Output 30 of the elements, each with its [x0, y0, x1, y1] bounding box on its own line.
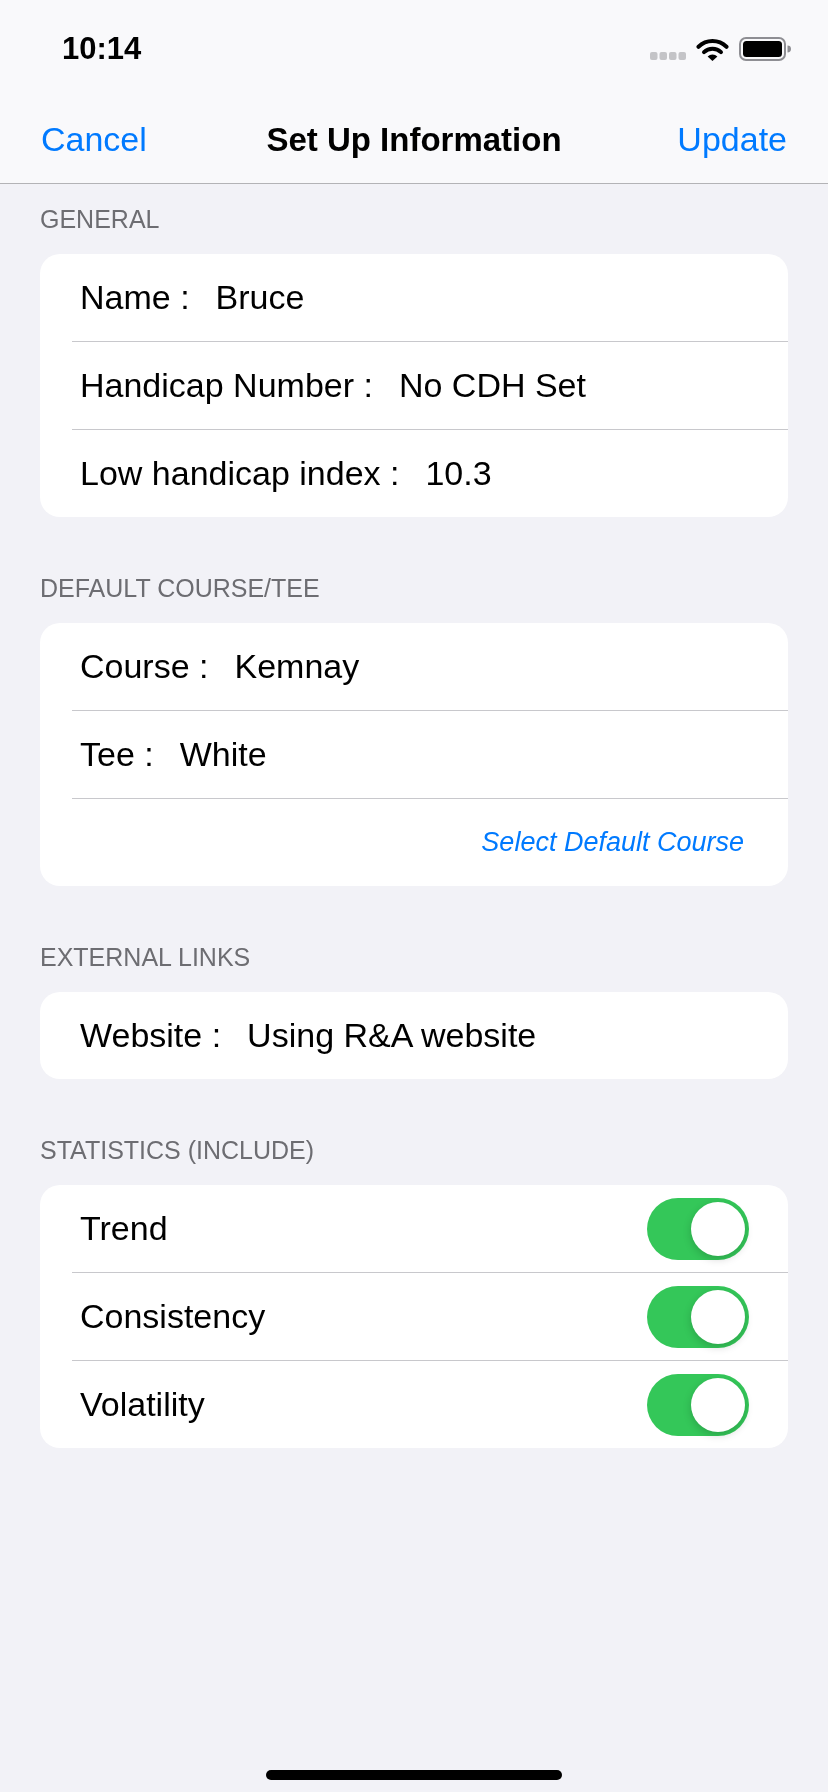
wifi-icon — [696, 37, 729, 61]
toggle-switch[interactable] — [647, 1373, 749, 1436]
field-label: Handicap Number : — [80, 365, 373, 406]
toggle-switch[interactable] — [647, 1197, 749, 1260]
toggle-label: Consistency — [80, 1296, 266, 1337]
battery-icon — [739, 37, 791, 61]
toggle-label: Volatility — [80, 1384, 205, 1425]
field-value: Using R&A website — [247, 1015, 537, 1056]
section-header: STATISTICS (INCLUDE) — [40, 1137, 315, 1163]
cancel-button[interactable]: Cancel — [41, 114, 147, 165]
field-label: Course : — [80, 646, 209, 687]
toggle-label: Trend — [80, 1208, 168, 1249]
status-time: 10:14 — [62, 32, 142, 64]
field-label: Name : — [80, 277, 190, 318]
field-label: Tee : — [80, 734, 154, 775]
field-label: Low handicap index : — [80, 453, 400, 494]
field-value: White — [179, 734, 267, 775]
section-header: GENERAL — [40, 206, 160, 232]
update-button[interactable]: Update — [677, 114, 787, 165]
field-value: Bruce — [215, 277, 305, 318]
field-value: 10.3 — [425, 453, 492, 494]
signal-dots-icon — [650, 52, 686, 60]
section-header: DEFAULT COURSE/TEE — [40, 575, 320, 601]
field-value: No CDH Set — [398, 365, 586, 406]
field-value: Kemnay — [234, 646, 360, 687]
section-header: EXTERNAL LINKS — [40, 944, 251, 970]
field-label: Website : — [80, 1015, 222, 1056]
toggle-switch[interactable] — [647, 1285, 749, 1348]
screen-title: Set Up Information — [266, 119, 562, 160]
select-course-link[interactable]: Select Default Course — [481, 822, 744, 863]
